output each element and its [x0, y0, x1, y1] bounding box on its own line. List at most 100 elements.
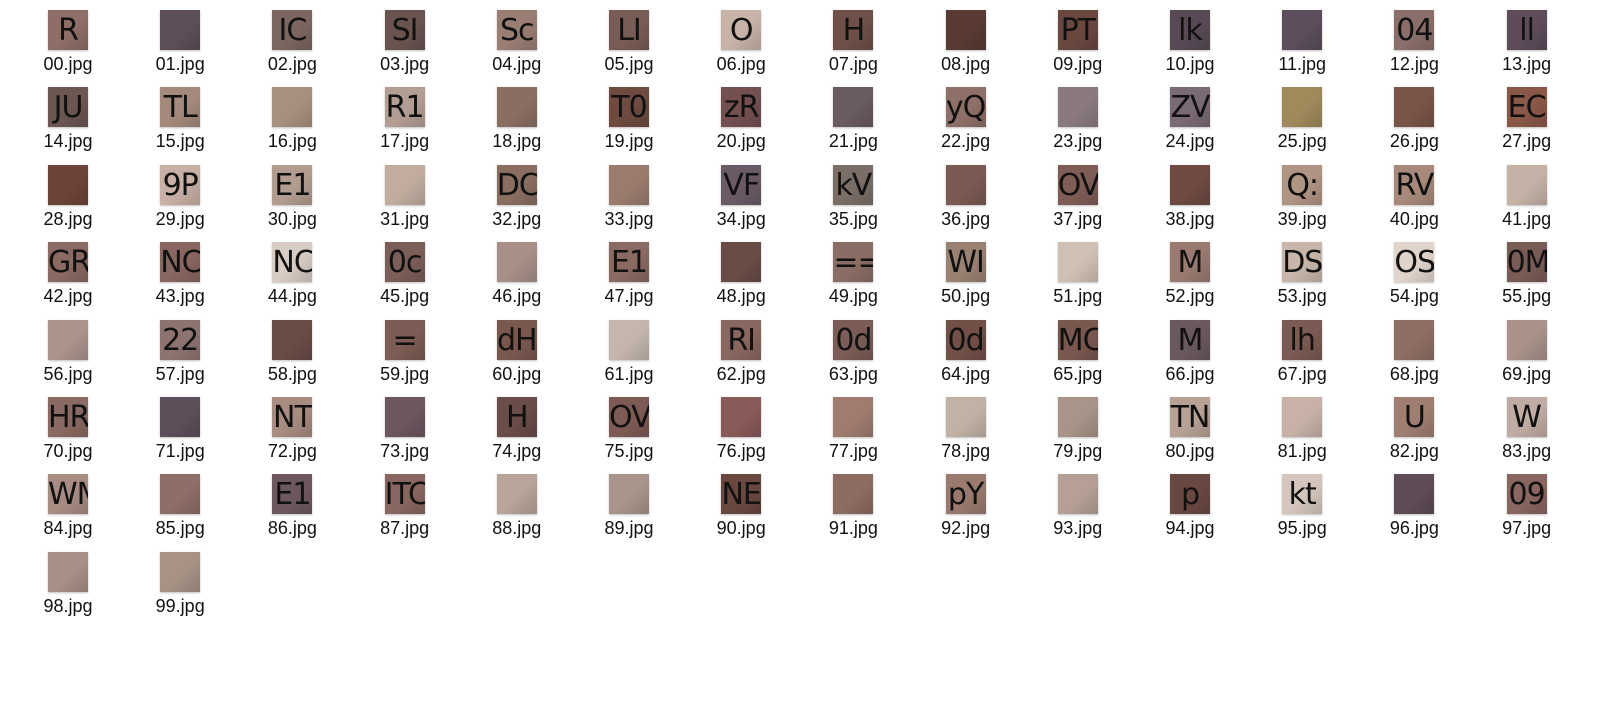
file-item[interactable]: VF 34.jpg [713, 164, 777, 241]
file-item[interactable]: 28.jpg [40, 164, 104, 241]
file-item[interactable]: E1 47.jpg [601, 242, 665, 318]
file-thumbnail[interactable] [1506, 319, 1547, 360]
file-item[interactable]: 33.jpg [601, 164, 665, 241]
file-item[interactable]: Sc 04.jpg [489, 10, 553, 86]
file-item[interactable]: OS 54.jpg [1386, 242, 1450, 318]
file-thumbnail[interactable]: lh [1282, 319, 1323, 360]
file-thumbnail[interactable]: H [833, 10, 874, 50]
file-thumbnail[interactable]: R1 [384, 87, 425, 128]
file-item[interactable]: H 07.jpg [825, 10, 889, 86]
file-thumbnail[interactable]: VF [721, 164, 762, 205]
file-thumbnail[interactable]: 0c [384, 242, 425, 283]
file-item[interactable]: WI 50.jpg [938, 242, 1002, 318]
file-thumbnail[interactable] [1394, 87, 1435, 128]
file-thumbnail[interactable]: pY [945, 474, 986, 515]
file-item[interactable]: M 66.jpg [1162, 319, 1226, 396]
file-thumbnail[interactable] [1057, 242, 1098, 283]
file-thumbnail[interactable]: 22 [160, 319, 201, 360]
file-thumbnail[interactable]: RI [721, 319, 762, 360]
file-item[interactable]: 25.jpg [1274, 87, 1338, 163]
file-thumbnail[interactable] [833, 397, 874, 437]
file-item[interactable]: lh 67.jpg [1274, 319, 1338, 396]
file-thumbnail[interactable] [496, 474, 537, 515]
file-item[interactable]: pY 92.jpg [938, 474, 1002, 550]
file-item[interactable]: ITC 87.jpg [377, 474, 441, 550]
file-thumbnail[interactable] [48, 551, 88, 592]
file-item[interactable]: 48.jpg [713, 242, 777, 318]
file-item[interactable]: 79.jpg [1050, 397, 1114, 473]
file-item[interactable]: JU 14.jpg [40, 87, 104, 163]
file-item[interactable]: 04 12.jpg [1386, 10, 1450, 86]
file-item[interactable]: = 59.jpg [377, 319, 441, 396]
file-item[interactable]: RV 40.jpg [1386, 164, 1450, 241]
file-item[interactable]: PT 09.jpg [1050, 10, 1114, 86]
file-item[interactable]: 36.jpg [938, 164, 1002, 241]
file-item[interactable]: T0 19.jpg [601, 87, 665, 163]
file-thumbnail[interactable] [1394, 319, 1435, 360]
file-thumbnail[interactable]: OV [609, 397, 649, 437]
file-item[interactable]: E1 86.jpg [264, 474, 328, 550]
file-item[interactable]: 99.jpg [152, 551, 216, 628]
file-item[interactable]: kt 95.jpg [1274, 474, 1338, 550]
file-thumbnail[interactable] [272, 87, 313, 128]
file-item[interactable]: 91.jpg [825, 474, 889, 550]
file-thumbnail[interactable]: 04 [1394, 10, 1435, 50]
file-item[interactable]: 22 57.jpg [152, 319, 216, 396]
file-item[interactable]: p 94.jpg [1162, 474, 1226, 550]
file-thumbnail[interactable]: WM [48, 474, 88, 515]
file-item[interactable]: 69.jpg [1499, 319, 1563, 396]
file-thumbnail[interactable]: kt [1282, 474, 1323, 515]
file-item[interactable]: zR 20.jpg [713, 87, 777, 163]
file-thumbnail[interactable]: Sc [496, 10, 537, 50]
file-thumbnail[interactable]: Q: [1282, 164, 1323, 205]
file-thumbnail[interactable] [160, 10, 201, 50]
file-item[interactable]: 61.jpg [601, 319, 665, 396]
file-thumbnail[interactable]: R [48, 10, 88, 50]
file-item[interactable]: 23.jpg [1050, 87, 1114, 163]
file-item[interactable]: 09 97.jpg [1499, 474, 1563, 550]
file-item[interactable]: 73.jpg [377, 397, 441, 473]
file-item[interactable]: yQ 22.jpg [938, 87, 1002, 163]
file-item[interactable]: W 83.jpg [1499, 397, 1563, 473]
file-thumbnail[interactable] [272, 319, 313, 360]
file-item[interactable]: DS 53.jpg [1274, 242, 1338, 318]
file-thumbnail[interactable]: EC [1506, 87, 1547, 128]
file-item[interactable]: 9P 29.jpg [152, 164, 216, 241]
file-item[interactable]: 46.jpg [489, 242, 553, 318]
file-item[interactable]: 78.jpg [938, 397, 1002, 473]
file-item[interactable]: kV 35.jpg [825, 164, 889, 241]
file-item[interactable]: MC 65.jpg [1050, 319, 1114, 396]
file-thumbnail[interactable]: 9P [160, 164, 201, 205]
file-item[interactable]: ll 13.jpg [1499, 10, 1563, 86]
file-thumbnail[interactable]: WI [945, 242, 986, 283]
file-thumbnail[interactable]: 0M [1506, 242, 1547, 283]
file-item[interactable]: 76.jpg [713, 397, 777, 473]
file-thumbnail[interactable] [1394, 474, 1435, 515]
file-item[interactable]: lk 10.jpg [1162, 10, 1226, 86]
file-thumbnail[interactable]: M [1170, 319, 1210, 360]
file-thumbnail[interactable] [609, 164, 649, 205]
file-thumbnail[interactable] [609, 319, 649, 360]
file-thumbnail[interactable]: DC [496, 164, 537, 205]
file-thumbnail[interactable] [833, 474, 874, 515]
file-item[interactable]: 93.jpg [1050, 474, 1114, 550]
file-thumbnail[interactable]: O [721, 10, 762, 50]
file-thumbnail[interactable]: zR [721, 87, 762, 128]
file-item[interactable]: 68.jpg [1386, 319, 1450, 396]
file-thumbnail[interactable] [1282, 87, 1323, 128]
file-thumbnail[interactable]: SI [384, 10, 425, 50]
file-thumbnail[interactable]: RV [1394, 164, 1435, 205]
file-thumbnail[interactable] [496, 242, 537, 283]
file-item[interactable]: 18.jpg [489, 87, 553, 163]
file-thumbnail[interactable] [1170, 164, 1210, 205]
file-item[interactable]: NC 43.jpg [152, 242, 216, 318]
file-item[interactable]: NT 72.jpg [264, 397, 328, 473]
file-item[interactable]: H 74.jpg [489, 397, 553, 473]
file-thumbnail[interactable]: NT [272, 397, 313, 437]
file-thumbnail[interactable] [1057, 474, 1098, 515]
file-item[interactable]: 31.jpg [377, 164, 441, 241]
file-item[interactable]: OV 37.jpg [1050, 164, 1114, 241]
file-item[interactable]: R 00.jpg [40, 10, 104, 86]
file-thumbnail[interactable]: OV [1057, 164, 1098, 205]
file-thumbnail[interactable]: GR [48, 242, 88, 283]
